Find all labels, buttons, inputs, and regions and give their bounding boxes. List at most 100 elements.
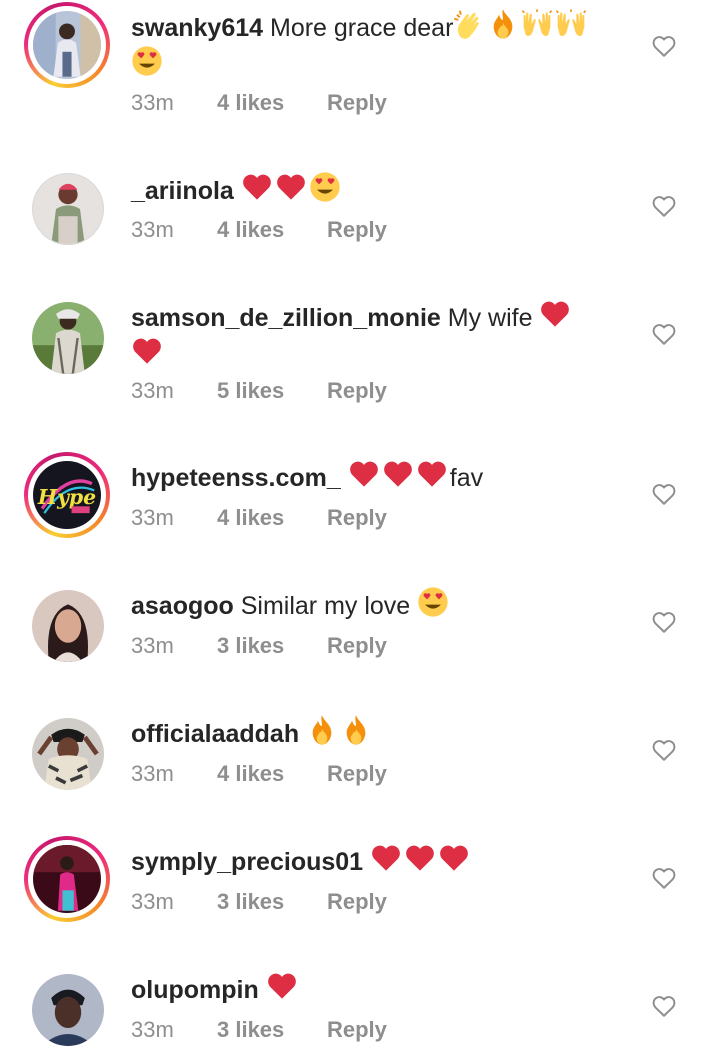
avatar [33,11,101,79]
likes-count[interactable]: 4 likes [217,761,327,787]
emoji-row [306,715,374,748]
avatar-story-ring[interactable] [24,2,110,88]
timestamp: 33m [131,761,174,786]
timestamp: 33m [131,217,174,242]
likes-count[interactable]: 3 likes [217,1017,327,1043]
reply-button[interactable]: Reply [327,1017,387,1043]
comment-meta: 33m 4 likes Reply [131,505,387,531]
comment-text: hypeteenss.com_ fav [131,458,621,495]
username[interactable]: officialaaddah [131,720,299,748]
comment-meta: 33m 4 likes Reply [131,217,387,243]
reply-button[interactable]: Reply [327,505,387,531]
red-heart-emoji-icon [267,973,296,999]
avatar-wrapper[interactable] [32,302,104,374]
like-heart-icon[interactable] [651,609,677,635]
red-heart-emoji-icon [440,845,468,871]
avatar-wrapper[interactable] [32,974,104,1046]
likes-count[interactable]: 4 likes [217,90,327,116]
timestamp: 33m [131,1017,174,1042]
timestamp: 33m [131,889,174,914]
emoji-row [348,461,450,492]
emoji-row [241,172,343,205]
raising-hands-emoji-icon [522,9,553,36]
avatar-wrapper[interactable] [32,590,104,662]
reply-button[interactable]: Reply [327,378,387,404]
comment-meta: 33m 3 likes Reply [131,1017,387,1043]
like-heart-icon[interactable] [651,481,677,507]
username[interactable]: _ariinola [131,177,234,205]
emoji-row [453,9,589,42]
comment-meta: 33m 3 likes Reply [131,889,387,915]
like-heart-icon[interactable] [651,737,677,763]
reply-button[interactable]: Reply [327,217,387,243]
like-heart-icon[interactable] [651,993,677,1019]
svg-text:Hype: Hype [37,485,96,509]
reply-button[interactable]: Reply [327,889,387,915]
fire-emoji-icon [346,715,366,745]
comment-text: samson_de_zillion_monie My wife [131,298,621,372]
likes-count[interactable]: 4 likes [217,217,327,243]
comment-body [363,848,370,876]
comment-meta: 33m 3 likes Reply [131,633,387,659]
comment-text: olupompin [131,970,621,1007]
avatar [33,845,101,913]
username[interactable]: swanky614 [131,14,263,42]
avatar-wrapper[interactable] [32,718,104,790]
red-heart-emoji-icon [541,301,570,327]
comment-body: More grace dear [263,14,454,42]
timestamp: 33m [131,633,174,658]
red-heart-emoji-icon [372,845,400,871]
comment-meta: 33m 4 likes Reply [131,761,387,787]
username[interactable]: hypeteenss.com_ [131,464,341,492]
reply-button[interactable]: Reply [327,761,387,787]
username[interactable]: symply_precious01 [131,848,363,876]
emoji-row [417,587,451,620]
like-heart-icon[interactable] [651,865,677,891]
comment-body [341,464,348,492]
heart-eyes-emoji-icon [132,46,162,76]
avatar [32,718,104,790]
red-heart-emoji-icon [417,461,446,487]
clapping-hands-emoji-icon [454,10,480,39]
reply-button[interactable]: Reply [327,633,387,659]
timestamp: 33m [131,378,174,403]
red-heart-emoji-icon [349,461,378,487]
red-heart-emoji-icon [276,174,305,200]
comment-body-suffix: fav [449,464,484,492]
like-heart-icon[interactable] [651,321,677,347]
comment-meta: 33m 4 likes Reply [131,90,387,116]
emoji-row [370,845,472,876]
heart-eyes-emoji-icon [310,172,340,202]
emoji-row [131,338,165,369]
avatar-story-ring[interactable]: Hype [24,452,110,538]
likes-count[interactable]: 5 likes [217,378,327,404]
likes-count[interactable]: 3 likes [217,633,327,659]
username[interactable]: asaogoo [131,592,234,620]
avatar [32,302,104,374]
avatar: Hype [33,461,101,529]
red-heart-emoji-icon [383,461,412,487]
timestamp: 33m [131,90,174,115]
reply-button[interactable]: Reply [327,90,387,116]
username[interactable]: olupompin [131,976,259,1004]
raising-hands-emoji-icon [556,9,587,36]
comment-body [234,177,241,205]
avatar-wrapper[interactable] [32,173,104,245]
heart-eyes-emoji-icon [418,587,448,617]
timestamp: 33m [131,505,174,530]
red-heart-emoji-icon [133,338,161,364]
username[interactable]: samson_de_zillion_monie [131,304,441,332]
comment-text: swanky614 More grace dear [131,8,621,82]
comment-body: Similar my love [233,592,418,620]
comment-meta: 33m 5 likes Reply [131,378,387,404]
avatar [32,974,104,1046]
comment-text: officialaaddah [131,714,621,751]
comment-body [259,976,266,1004]
comment-body [299,720,306,748]
fire-emoji-icon [312,715,332,745]
likes-count[interactable]: 4 likes [217,505,327,531]
avatar-story-ring[interactable] [24,836,110,922]
like-heart-icon[interactable] [651,33,677,59]
like-heart-icon[interactable] [651,193,677,219]
likes-count[interactable]: 3 likes [217,889,327,915]
